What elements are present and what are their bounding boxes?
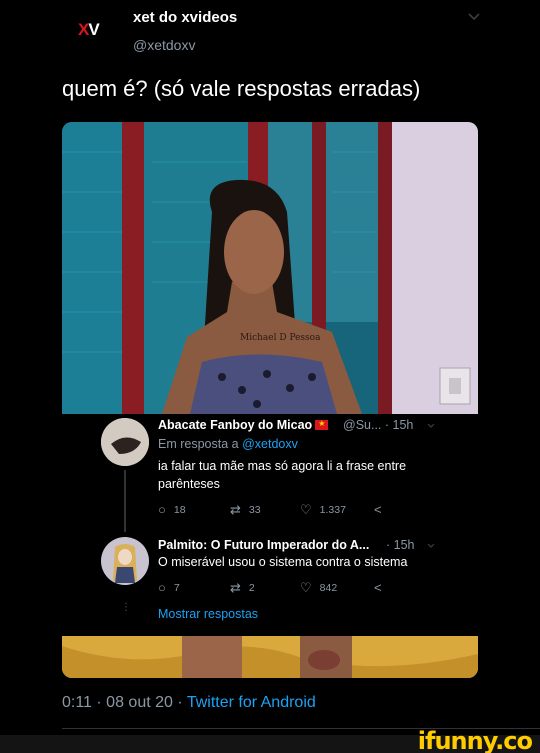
like-action[interactable]: ♡ 842 [300, 580, 337, 596]
tattoo-text: Michael D Pessoa [240, 333, 321, 343]
show-replies-link[interactable]: Mostrar respostas [158, 607, 258, 621]
retweet-action[interactable]: ⇄ 33 [230, 502, 261, 518]
tweet-text: quem é? (só vale respostas erradas) [62, 76, 421, 101]
author-handle[interactable]: @xetdoxv [133, 37, 195, 53]
flag-icon [315, 419, 329, 430]
reply-icon: ○ [158, 502, 166, 517]
tweet-source-link[interactable]: Twitter for Android [187, 694, 316, 711]
share-action[interactable]: < [374, 580, 382, 595]
tweet-photo[interactable]: Michael D Pessoa [62, 122, 478, 414]
share-icon: < [374, 502, 382, 517]
reply-author-name[interactable]: Abacate Fanboy do Micao [158, 418, 329, 432]
in-reply-to: Em resposta a @xetdoxv [158, 437, 298, 451]
reply-icon: ○ [158, 580, 166, 595]
reply-text: ia falar tua mãe mas só agora li a frase… [158, 459, 407, 491]
reply-action[interactable]: ○ 18 [158, 502, 186, 517]
xv-logo[interactable]: XV [78, 20, 100, 40]
chevron-down-icon[interactable] [426, 541, 436, 551]
author-display-name[interactable]: xet do xvideos [133, 9, 237, 26]
tweet-timestamp: 0:11 · 08 out 20 · Twitter for Android [62, 694, 316, 711]
avatar[interactable] [101, 537, 149, 585]
photo-bottom-strip [62, 636, 478, 678]
reply-handle-time: · 15h [386, 538, 415, 552]
retweet-icon: ⇄ [230, 502, 241, 517]
chevron-down-icon[interactable] [426, 421, 436, 431]
reply-handle-time: @Su... · 15h [343, 418, 414, 432]
photo-illustration: Michael D Pessoa [62, 122, 478, 414]
thread-line [124, 470, 126, 532]
reply-text: O miserável usou o sistema contra o sist… [158, 555, 408, 569]
avatar[interactable] [101, 418, 149, 466]
share-icon: < [374, 580, 382, 595]
retweet-action[interactable]: ⇄ 2 [230, 580, 255, 596]
reply-author-name[interactable]: Palmito: O Futuro Imperador do A... [158, 538, 369, 552]
retweet-icon: ⇄ [230, 580, 241, 595]
like-action[interactable]: ♡ 1.337 [300, 502, 346, 518]
chevron-down-icon[interactable] [466, 9, 482, 25]
ifunny-watermark: ifunny.co [417, 727, 533, 753]
share-action[interactable]: < [374, 502, 382, 517]
like-icon: ♡ [300, 580, 312, 595]
reply-action[interactable]: ○ 7 [158, 580, 180, 595]
thread-dots: ⋮ [121, 602, 131, 613]
like-icon: ♡ [300, 502, 312, 517]
in-reply-handle-link[interactable]: @xetdoxv [242, 437, 298, 451]
